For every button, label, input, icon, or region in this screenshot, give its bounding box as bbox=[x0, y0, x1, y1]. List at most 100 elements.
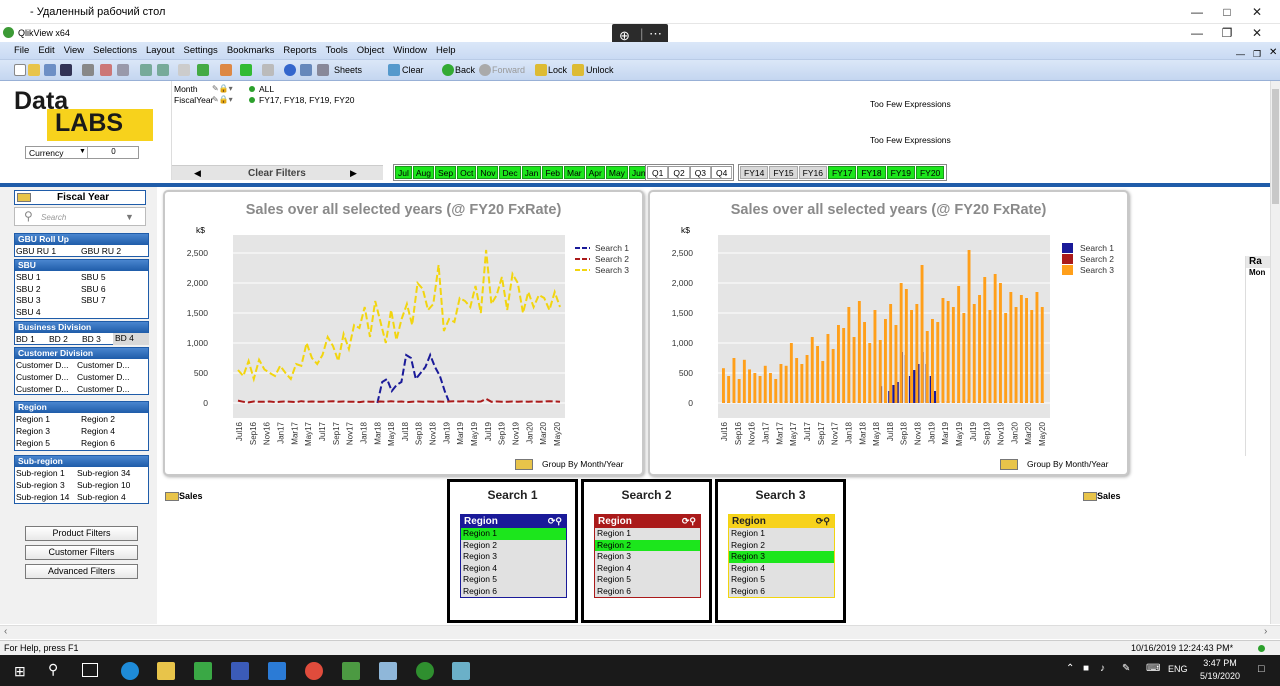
cycle-group-icon[interactable] bbox=[1000, 459, 1018, 470]
currency-select[interactable]: Currency ▼ 0 bbox=[25, 146, 139, 159]
months-button[interactable]: Mar bbox=[563, 166, 585, 179]
scroll-left-icon[interactable]: ◀ bbox=[194, 168, 201, 179]
scroll-right-icon[interactable]: ▶ bbox=[350, 168, 357, 179]
list-item[interactable]: SBU 4 bbox=[16, 307, 41, 317]
region-list-item[interactable]: Region 2 bbox=[461, 539, 566, 551]
print-icon[interactable] bbox=[82, 64, 94, 76]
list-item[interactable]: GBU RU 1 bbox=[16, 246, 56, 256]
task-view-icon[interactable] bbox=[82, 663, 98, 677]
list-item[interactable]: BD 1 bbox=[16, 334, 35, 344]
search-magnifier-icon[interactable]: ⟳⚲ bbox=[682, 515, 696, 528]
minimize-button[interactable]: — bbox=[1183, 3, 1211, 21]
check-icon[interactable] bbox=[197, 64, 209, 76]
horizontal-scrollbar[interactable]: ‹ › bbox=[0, 625, 1280, 639]
list-item[interactable]: Region 4 bbox=[81, 426, 115, 436]
list-item[interactable]: BD 2 bbox=[49, 334, 68, 344]
region-list-item[interactable]: Region 3 bbox=[461, 551, 566, 563]
menu-layout[interactable]: Layout bbox=[146, 42, 175, 60]
search-magnifier-icon[interactable]: ⟳⚲ bbox=[816, 515, 830, 528]
list-item[interactable]: Customer D... bbox=[16, 384, 68, 394]
menu-selections[interactable]: Selections bbox=[93, 42, 137, 60]
list-item[interactable]: Region 2 bbox=[81, 414, 115, 424]
search-magnifier-icon[interactable]: ⟳⚲ bbox=[548, 515, 562, 528]
notifications-icon[interactable]: □ bbox=[1258, 663, 1265, 675]
chrome-icon[interactable] bbox=[305, 662, 323, 680]
open-icon[interactable] bbox=[28, 64, 40, 76]
region-list-item[interactable]: Region 5 bbox=[729, 574, 834, 586]
list-item[interactable]: BD 3 bbox=[82, 334, 101, 344]
close-button[interactable]: ✕ bbox=[1243, 3, 1271, 21]
quarters-button[interactable]: Q4 bbox=[711, 166, 733, 179]
app-restore-button[interactable]: ❐ bbox=[1213, 24, 1241, 42]
fiscal_years-button[interactable]: FY20 bbox=[915, 166, 945, 179]
region-list-item[interactable]: Region 6 bbox=[595, 585, 700, 597]
vscode-icon[interactable] bbox=[268, 662, 286, 680]
copy-icon[interactable] bbox=[117, 64, 129, 76]
fiscal_years-button[interactable]: FY14 bbox=[740, 166, 769, 179]
list-item[interactable]: Sub-region 4 bbox=[77, 492, 126, 502]
list-item[interactable]: Region 1 bbox=[16, 414, 50, 424]
tray-volume-icon[interactable]: ♪ bbox=[1100, 663, 1105, 674]
search-icon[interactable] bbox=[178, 64, 190, 76]
tray-date[interactable]: 5/19/2020 bbox=[1196, 671, 1244, 681]
edge-icon[interactable] bbox=[121, 662, 139, 680]
edit-icon[interactable] bbox=[100, 64, 112, 76]
menu-window[interactable]: Window bbox=[393, 42, 427, 60]
forward-button[interactable]: Forward bbox=[492, 65, 525, 75]
quarters-button[interactable]: Q3 bbox=[689, 166, 712, 179]
list-item[interactable]: Customer D... bbox=[77, 360, 129, 370]
context-help-icon[interactable] bbox=[300, 64, 312, 76]
fiscal_years-button[interactable]: FY17 bbox=[827, 166, 857, 179]
months-button[interactable]: Apr bbox=[585, 166, 605, 179]
menu-edit[interactable]: Edit bbox=[38, 42, 54, 60]
back-button[interactable]: Back bbox=[455, 65, 475, 75]
save-icon[interactable] bbox=[60, 64, 72, 76]
cycle-icon[interactable] bbox=[17, 193, 31, 202]
list-item[interactable]: Sub-region 1 bbox=[16, 468, 65, 478]
menu-tools[interactable]: Tools bbox=[326, 42, 348, 60]
months-button[interactable]: Aug bbox=[412, 166, 434, 179]
sales-cycle-right[interactable]: Sales bbox=[1083, 491, 1121, 502]
advanced-filters-button[interactable]: Advanced Filters bbox=[25, 564, 138, 579]
clear-filters-button[interactable]: Clear Filters bbox=[248, 168, 306, 179]
list-item[interactable]: Region 3 bbox=[16, 426, 50, 436]
lock-icon[interactable] bbox=[535, 64, 547, 76]
quarters-button[interactable]: Q2 bbox=[668, 166, 690, 179]
fiscal_years-button[interactable]: FY15 bbox=[769, 166, 798, 179]
sales-cycle-left[interactable]: Sales bbox=[165, 491, 203, 502]
tray-chevron-icon[interactable]: ⌃ bbox=[1066, 663, 1074, 674]
list-item[interactable]: SBU 1 bbox=[16, 272, 41, 282]
menu-help[interactable]: Help bbox=[436, 42, 456, 60]
list-item[interactable]: Region 6 bbox=[81, 438, 115, 448]
list-item[interactable]: BD 4 bbox=[113, 333, 149, 345]
list-item[interactable]: SBU 3 bbox=[16, 295, 41, 305]
list-item[interactable]: GBU RU 2 bbox=[81, 246, 121, 256]
fiscal-year-header[interactable]: Fiscal Year bbox=[14, 190, 146, 205]
months-button[interactable]: Feb bbox=[542, 166, 563, 179]
rdp-taskbar-icon[interactable] bbox=[452, 662, 470, 680]
region-list-item[interactable]: Region 4 bbox=[729, 562, 834, 574]
list-item[interactable]: Customer D... bbox=[16, 360, 68, 370]
list-item[interactable]: SBU 5 bbox=[81, 272, 106, 282]
help-icon[interactable] bbox=[284, 64, 296, 76]
undo-icon[interactable] bbox=[140, 64, 152, 76]
reload-icon[interactable] bbox=[44, 64, 56, 76]
clear-icon[interactable] bbox=[388, 64, 400, 76]
customer-filters-button[interactable]: Customer Filters bbox=[25, 545, 138, 560]
menu-file[interactable]: File bbox=[14, 42, 29, 60]
star-icon[interactable] bbox=[240, 64, 252, 76]
months-button[interactable]: Dec bbox=[499, 166, 521, 179]
list-item[interactable]: SBU 6 bbox=[81, 284, 106, 294]
scroll-left-icon[interactable]: ‹ bbox=[4, 626, 7, 637]
tray-pen-icon[interactable]: ✎ bbox=[1122, 663, 1130, 674]
chart-icon[interactable] bbox=[220, 64, 232, 76]
quarters-button[interactable]: Q1 bbox=[647, 166, 669, 179]
clear-button[interactable]: Clear bbox=[402, 65, 424, 75]
region-list-item[interactable]: Region 5 bbox=[595, 574, 700, 586]
properties-icon[interactable] bbox=[262, 64, 274, 76]
region-list-item[interactable]: Region 1 bbox=[461, 528, 566, 540]
network-app-icon[interactable] bbox=[379, 662, 397, 680]
list-item[interactable]: Sub-region 10 bbox=[77, 480, 130, 490]
app-minimize-button[interactable]: — bbox=[1183, 24, 1211, 42]
months-button[interactable]: Jul bbox=[395, 166, 412, 179]
